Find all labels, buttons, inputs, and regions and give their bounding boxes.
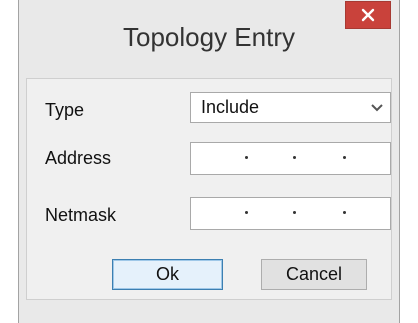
ok-button[interactable]: Ok [112,259,223,290]
dialog-title: Topology Entry [123,22,295,52]
chevron-down-icon [371,104,383,112]
cancel-button[interactable]: Cancel [261,259,367,290]
address-ip-field[interactable] [190,142,391,175]
ip-separator-dot [293,156,296,159]
ip-separator-dot [343,156,346,159]
type-select[interactable]: Include [190,92,391,123]
netmask-ip-field[interactable] [190,197,391,230]
topology-entry-dialog: Topology Entry Type Include Address Netm… [18,0,400,323]
type-label: Type [45,100,85,120]
type-select-value: Include [201,97,260,117]
ip-separator-dot [245,211,248,214]
ip-separator-dot [293,211,296,214]
dialog-content: Type Include Address Netmask Ok Cancel [26,78,392,300]
title-bar[interactable]: Topology Entry [19,0,399,78]
address-label: Address [45,148,112,168]
ip-separator-dot [245,156,248,159]
close-button[interactable] [345,1,391,29]
ip-separator-dot [343,211,346,214]
netmask-label: Netmask [45,205,117,225]
close-icon [361,8,375,22]
